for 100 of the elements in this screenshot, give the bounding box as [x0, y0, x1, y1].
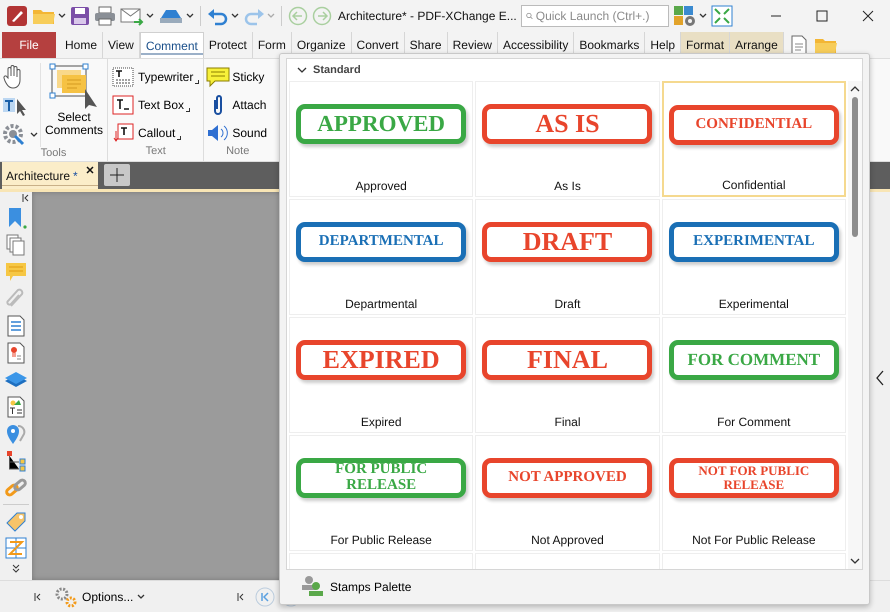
document-image-icon[interactable] [5, 396, 27, 418]
app-logo-icon [6, 5, 28, 27]
stamps-palette-button[interactable]: Stamps Palette [280, 570, 869, 604]
caret-icon[interactable] [30, 132, 38, 138]
collapse-icon[interactable] [22, 194, 30, 202]
stamp-tile[interactable]: DRAFT Draft [475, 199, 660, 315]
caret-icon[interactable] [698, 13, 707, 19]
group-label: Note [225, 145, 250, 159]
stamp-graphic: AS IS [482, 104, 652, 144]
gears-icon [54, 586, 78, 608]
caret-icon[interactable] [231, 13, 239, 19]
stamp-graphic: FOR PUBLIC RELEASE [296, 458, 466, 498]
stamp-graphic: NOT FOR PUBLIC RELEASE [668, 458, 839, 498]
text-box-icon [112, 95, 134, 115]
gear-wrench-icon[interactable] [2, 123, 26, 147]
new-tab-button[interactable] [104, 164, 130, 186]
stamp-graphic: DEPARTMENTAL [296, 222, 466, 262]
stamp-label: Experimental [718, 297, 789, 311]
stamp-graphic: EXPIRED [296, 340, 466, 380]
stamp-tile[interactable]: AS IS As Is [475, 81, 660, 197]
stamp-label: Not For Public Release [692, 533, 816, 547]
modified-mark: * [73, 168, 78, 182]
stamp-label: Final [554, 415, 580, 429]
chevron-down-icon[interactable] [297, 66, 307, 74]
document-tab-title: Architecture [6, 168, 70, 182]
stamp-tile[interactable]: NOT APPROVED Not Approved [475, 435, 660, 551]
ribbon-button[interactable]: Text Box [110, 93, 202, 117]
section-heading: Standard [313, 64, 361, 76]
stamp-graphic: FINAL [482, 340, 652, 380]
chevron-left-icon[interactable] [875, 370, 885, 386]
pages-icon[interactable] [5, 234, 27, 256]
stamp-label: For Comment [717, 415, 790, 429]
ribbon-button[interactable]: Attach [206, 93, 270, 117]
scroll-down-icon[interactable] [850, 557, 860, 565]
scroll-up-icon[interactable] [850, 85, 860, 93]
group-label: Tools [40, 147, 68, 161]
stamps-icon [300, 575, 326, 599]
stamp-tile[interactable]: FINAL Final [475, 317, 660, 433]
search-field[interactable]: Quick Launch (Ctrl+.) [520, 5, 669, 27]
caret-icon[interactable] [186, 13, 194, 19]
stamp-tile[interactable]: EXPIRED Expired [289, 317, 474, 433]
speaker-icon [206, 122, 230, 144]
ribbon-button[interactable]: Callout [110, 121, 202, 145]
plus-icon [110, 168, 124, 182]
stamp-tile[interactable]: FOR PUBLIC RELEASE For Public Release [289, 435, 474, 551]
select-comments-button[interactable]: Select Comments [40, 63, 105, 147]
stamp-label: Expired [360, 415, 402, 429]
select-comments-icon [49, 63, 99, 111]
stamp-label: Departmental [345, 297, 418, 311]
tag-icon[interactable] [5, 510, 27, 532]
document-icon[interactable] [790, 35, 808, 55]
stamp-graphic: CONFIDENTIAL [668, 105, 839, 145]
printer-icon[interactable] [94, 6, 116, 26]
stamp-tile[interactable]: APPROVED Approved [289, 81, 474, 197]
collapse-icon[interactable] [237, 592, 246, 600]
document-tab[interactable]: Architecture * [2, 162, 98, 189]
close-icon[interactable] [86, 166, 94, 174]
maximize-icon[interactable] [816, 10, 828, 22]
sticky-note-icon [206, 66, 230, 88]
undo-icon[interactable] [207, 6, 229, 26]
callout-icon [112, 123, 134, 143]
caret-icon[interactable] [146, 13, 154, 19]
stamp-label: Confidential [722, 178, 786, 192]
stamp-tile[interactable]: EXPERIMENTAL Experimental [662, 199, 846, 315]
stamp-graphic: DRAFT [482, 222, 652, 262]
stamp-label: Approved [355, 179, 407, 193]
stamp-label: For Public Release [330, 533, 432, 547]
caret-icon [137, 594, 146, 600]
window-title: Architecture* - PDF-XChange E... [338, 9, 517, 23]
options-button[interactable]: Options... [48, 584, 152, 608]
save-icon[interactable] [70, 6, 90, 26]
fullscreen-icon[interactable] [710, 5, 733, 27]
group-label: Text [144, 145, 167, 159]
stamp-label: Draft [554, 297, 580, 311]
document-list-icon[interactable] [5, 315, 27, 337]
certificate-icon[interactable] [5, 342, 27, 364]
scrollbar[interactable] [848, 81, 862, 569]
stamp-tile[interactable]: FOR COMMENT For Comment [662, 317, 846, 433]
ribbon-button[interactable]: Typewriter [110, 65, 202, 89]
stamp-tile[interactable]: DEPARTMENTAL Departmental [289, 199, 474, 315]
stamp-tile[interactable]: NOT FOR PUBLIC RELEASE Not For Public Release [662, 435, 846, 551]
ribbon-button[interactable]: Sticky [206, 65, 270, 89]
stamp-tile[interactable]: CONFIDENTIAL Confidential [662, 81, 846, 197]
chevron-down-icon[interactable] [11, 564, 21, 574]
stamp-graphic: APPROVED [296, 104, 466, 144]
tree-icon[interactable] [5, 450, 27, 472]
ribbon-tab[interactable]: Comment [140, 32, 204, 58]
caret-icon[interactable] [58, 13, 66, 19]
close-icon[interactable] [862, 10, 874, 22]
stamp-graphic: EXPERIMENTAL [668, 222, 839, 262]
typewriter-icon [112, 67, 134, 87]
collapse-icon[interactable] [34, 592, 42, 600]
stamp-label: Not Approved [531, 533, 604, 547]
stamp-graphic: NOT APPROVED [482, 458, 652, 498]
location-pin-icon[interactable] [5, 423, 27, 445]
envelope-icon[interactable] [120, 6, 144, 26]
ribbon-button[interactable]: Sound [206, 121, 270, 145]
ribbon-tab[interactable]: File [2, 32, 56, 58]
grid-icon[interactable] [5, 537, 27, 559]
puzzle-gear-icon[interactable] [672, 5, 697, 27]
